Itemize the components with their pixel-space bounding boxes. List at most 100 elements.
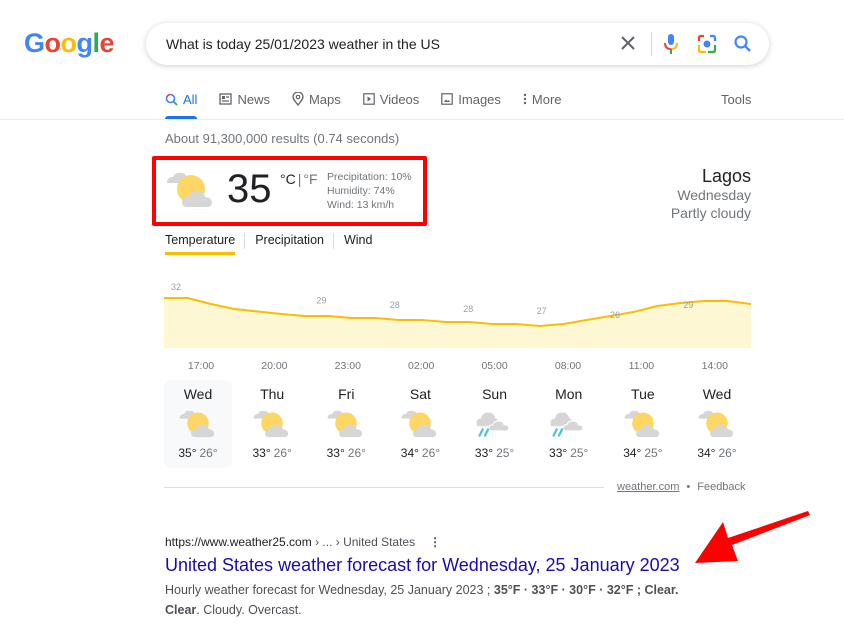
daily-forecast: Wed 35° 26° Thu 33° 26° Fri 33° 26° Sat 34° 26° Sun 3… [164, 380, 751, 468]
data-label: 32 [171, 282, 181, 292]
result-title-link[interactable]: United States weather forecast for Wedne… [165, 553, 705, 577]
x-tick-label: 11:00 [629, 360, 655, 372]
high-temp: 34° [400, 446, 419, 460]
temperature-chart: 322928282726293217:0020:0023:0002:0005:0… [164, 282, 751, 372]
separator-dot: • [686, 481, 691, 493]
logo-letter: g [76, 28, 94, 58]
divider [651, 32, 652, 56]
day-forecast-sun[interactable]: Sun 33° 25° [461, 380, 529, 468]
day-forecast-thu[interactable]: Thu 33° 26° [238, 380, 306, 468]
x-tick-label: 20:00 [261, 360, 287, 372]
high-temp: 34° [623, 446, 642, 460]
day-name: Sun [482, 386, 508, 402]
search-icon[interactable] [733, 34, 753, 54]
search-box[interactable]: What is today 25/01/2023 weather in the … [146, 23, 769, 65]
weather-location: Lagos Wednesday Partly cloudy [671, 166, 751, 222]
day-forecast-sat[interactable]: Sat 34° 26° [386, 380, 454, 468]
day-forecast-wed[interactable]: Wed 34° 26° [683, 380, 751, 468]
day-temps: 33° 26° [238, 446, 306, 460]
day-temps: 34° 26° [386, 446, 454, 460]
search-icon [165, 93, 178, 106]
search-input[interactable]: What is today 25/01/2023 weather in the … [166, 36, 440, 52]
high-temp: 35° [178, 446, 197, 460]
tools-button[interactable]: Tools [721, 92, 751, 107]
tab-wind[interactable]: Wind [344, 233, 382, 247]
unit-toggle: °C | °F [280, 171, 318, 187]
weather-condition: Partly cloudy [670, 205, 751, 221]
low-temp: 26° [273, 446, 292, 460]
partly-cloudy-icon [609, 406, 677, 442]
tab-maps[interactable]: Maps [292, 90, 341, 108]
close-icon[interactable] [618, 33, 638, 53]
location-name: Lagos [701, 166, 751, 186]
weather-day: Wednesday [677, 187, 751, 203]
kebab-icon[interactable]: ⋮ [429, 535, 441, 549]
humidity: Humidity: 74% [327, 185, 395, 197]
logo-letter: o [60, 28, 78, 58]
day-name: Fri [338, 386, 355, 402]
partly-cloudy-icon [683, 406, 751, 442]
day-name: Sat [409, 386, 431, 402]
snippet-text-end: . Cloudy. Overcast. [196, 603, 302, 617]
day-temps: 35° 26° [164, 446, 232, 460]
low-temp: 26° [421, 446, 441, 460]
result-domain: https://www.weather25.com [165, 535, 312, 549]
logo-letter: l [92, 28, 101, 58]
tab-news[interactable]: News [219, 90, 270, 108]
fahrenheit-toggle[interactable]: °F [303, 171, 317, 187]
x-tick-label: 05:00 [481, 360, 507, 372]
partly-cloudy-icon [165, 171, 217, 214]
feedback-link[interactable]: Feedback [697, 481, 745, 493]
tab-videos[interactable]: Videos [362, 90, 420, 108]
day-name: Mon [555, 386, 583, 402]
day-name: Wed [183, 386, 213, 402]
low-temp: 26° [347, 446, 366, 460]
tab-images[interactable]: Images [441, 90, 501, 108]
wind: Wind: 13 km/h [327, 199, 395, 211]
day-forecast-tue[interactable]: Tue 34° 25° [609, 380, 677, 468]
precipitation: Precipitation: 10% [327, 171, 412, 183]
high-temp: 33° [549, 446, 568, 460]
x-tick-label: 08:00 [555, 360, 581, 372]
search-result: https://www.weather25.com › ... › United… [165, 535, 705, 620]
camera-lens-icon[interactable] [696, 33, 718, 55]
logo-letter: e [99, 28, 115, 58]
tab-more[interactable]: More [523, 90, 562, 108]
tab-label: Videos [379, 91, 420, 107]
x-tick-label: 17:00 [188, 360, 214, 372]
microphone-icon[interactable] [662, 33, 680, 55]
x-tick-label: 23:00 [335, 360, 361, 372]
result-url[interactable]: https://www.weather25.com › ... › United… [165, 535, 705, 549]
high-temp: 33° [326, 446, 345, 460]
day-forecast-mon[interactable]: Mon 33° 25° [535, 380, 603, 468]
day-temps: 33° 25° [461, 446, 529, 460]
tab-label: Images [458, 91, 501, 107]
partly-cloudy-icon [164, 406, 232, 442]
low-temp: 26° [199, 446, 218, 460]
rain-icon [535, 406, 603, 442]
data-label: 27 [537, 306, 547, 316]
high-temp: 33° [252, 446, 271, 460]
rain-icon [461, 406, 529, 442]
tab-temperature[interactable]: Temperature [165, 233, 246, 255]
weather-source-link[interactable]: weather.com [617, 481, 679, 493]
data-label: 26 [610, 310, 620, 320]
newspaper-icon [219, 93, 233, 105]
data-label: 28 [390, 300, 400, 310]
tab-precipitation[interactable]: Precipitation [255, 233, 334, 249]
day-name: Thu [260, 386, 285, 402]
tab-label: Maps [308, 91, 341, 107]
result-snippet: Hourly weather forecast for Wednesday, 2… [165, 580, 705, 620]
header-divider [0, 119, 844, 120]
day-name: Tue [631, 386, 655, 402]
data-label: 28 [463, 304, 473, 314]
map-pin-icon [292, 92, 304, 106]
google-logo[interactable]: Google [24, 28, 115, 59]
day-forecast-fri[interactable]: Fri 33° 26° [312, 380, 380, 468]
day-temps: 34° 25° [609, 446, 677, 460]
tab-all[interactable]: All [165, 90, 198, 119]
image-icon [441, 93, 454, 105]
day-forecast-wed[interactable]: Wed 35° 26° [164, 380, 232, 468]
kebab-icon [523, 93, 527, 105]
celsius-toggle[interactable]: °C [280, 171, 296, 187]
